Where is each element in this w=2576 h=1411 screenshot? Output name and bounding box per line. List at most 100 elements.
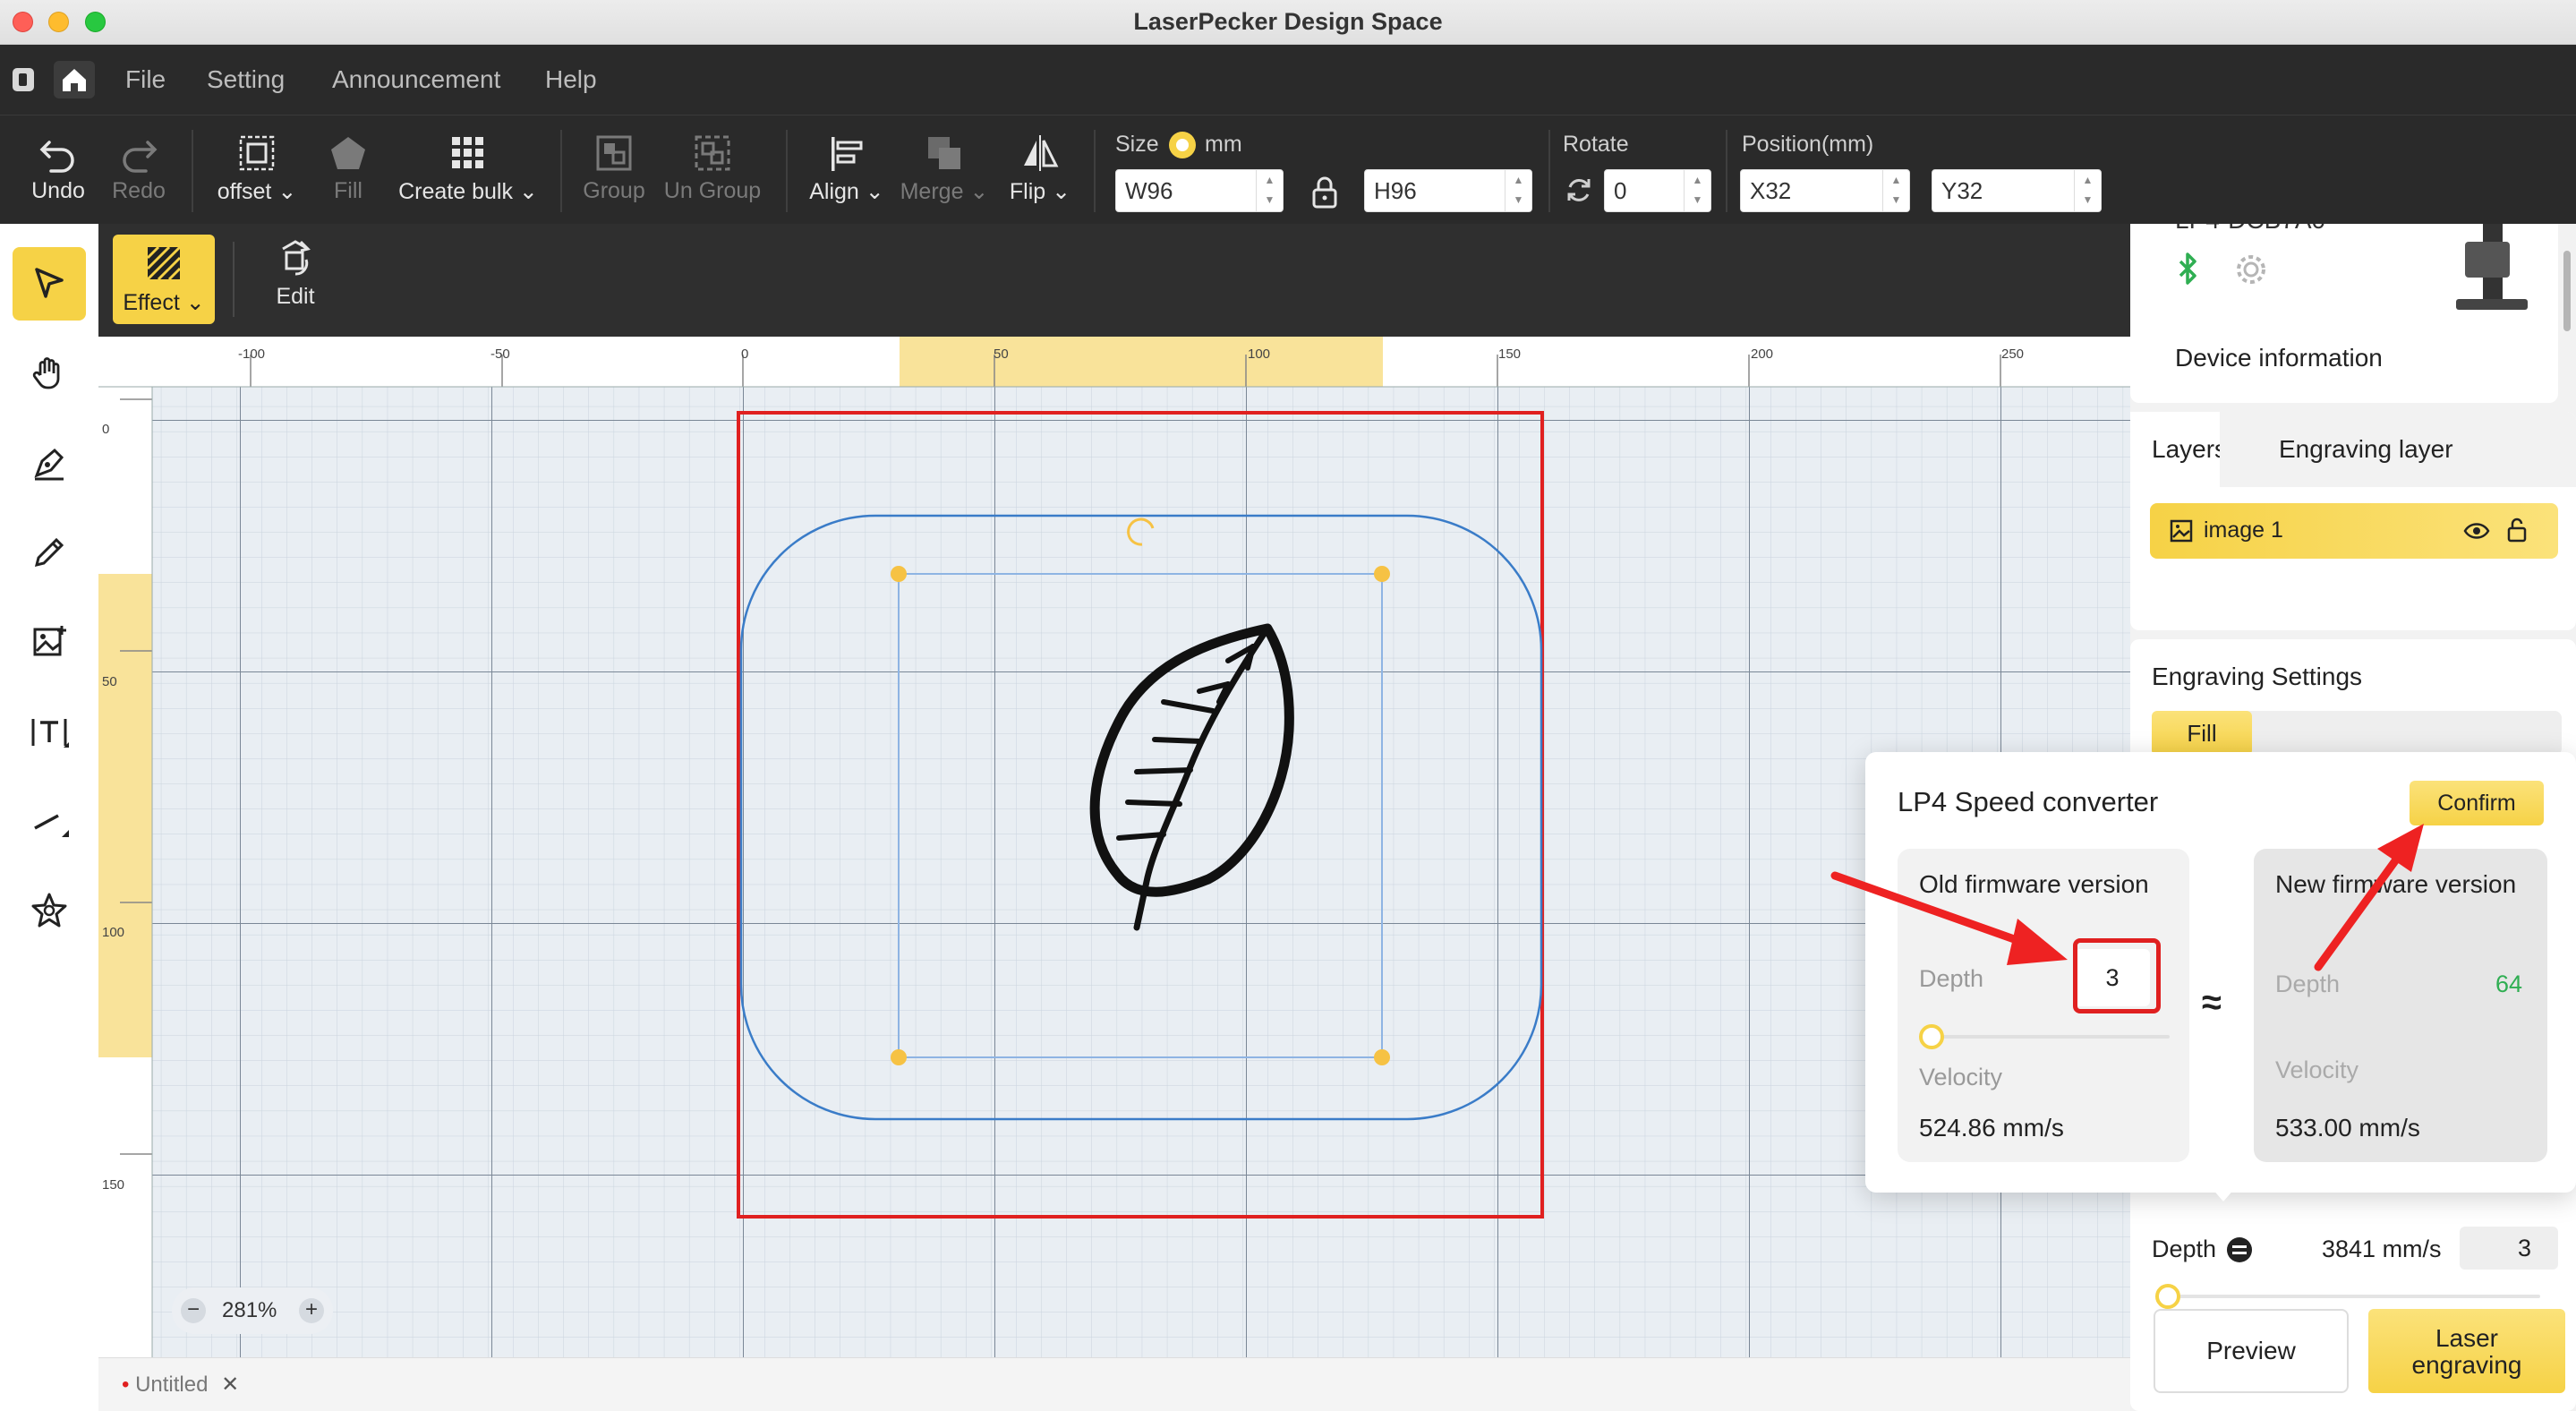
shape-tool[interactable] [13,874,86,947]
fill-label: Fill [334,178,363,203]
rotate-icon [1563,175,1595,211]
height-input[interactable]: H96 ▲ ▼ [1364,169,1532,212]
title-bar: LaserPecker Design Space [0,0,2576,45]
rotate-stepper[interactable]: ▲ ▼ [1684,170,1710,211]
settings-gear-icon [2237,255,2265,284]
file-tab-label: Untitled [135,1373,209,1397]
zoom-plus-glyph: + [304,1297,318,1321]
unit-toggle[interactable] [1169,132,1196,158]
y-stepper[interactable]: ▲ ▼ [2074,170,2101,211]
layer-name: image 1 [2204,517,2283,543]
device-information-link[interactable]: Device information [2175,344,2383,372]
position-y-input[interactable]: Y32 ▲ ▼ [1932,169,2102,212]
pan-tool[interactable] [13,337,86,410]
depth-input[interactable]: 3 [2460,1227,2558,1270]
menu-bar: File Setting Announcement Help [0,45,2576,115]
fill-button[interactable]: Fill [319,130,378,204]
zoom-out-button[interactable]: − [181,1298,206,1323]
edit-label: Edit [276,284,315,309]
rotate-value: 0 [1614,177,1627,204]
depth-highlight-box [2073,938,2161,1013]
create-bulk-button[interactable]: Create bulk ⌄ [392,130,544,205]
old-depth-slider[interactable] [1919,1035,2170,1039]
line-icon [34,814,69,837]
height-stepper[interactable]: ▲ ▼ [1505,170,1531,211]
depth-slider-thumb[interactable] [2155,1284,2180,1309]
text-tool[interactable] [13,695,86,768]
tab-engraving-layer[interactable]: Engraving layer [2279,435,2453,464]
pencil-tool[interactable] [13,516,86,589]
ruler-h-tick: -100 [238,346,265,362]
popup-title: LP4 Speed converter [1898,786,2159,817]
old-depth-label: Depth [1919,965,1984,992]
redo-button[interactable]: Redo [100,130,177,204]
align-button[interactable]: Align ⌄ [802,130,891,205]
width-stepper[interactable]: ▲ ▼ [1256,170,1283,211]
zoom-control: − 281% + [172,1287,333,1334]
flip-button[interactable]: Flip ⌄ [999,130,1081,205]
depth-slider[interactable] [2166,1295,2540,1298]
menu-announcement[interactable]: Announcement [332,45,500,115]
width-input[interactable]: W96 ▲ ▼ [1115,169,1284,212]
mode-fill-button[interactable]: Fill [2152,711,2252,756]
width-value: 96 [1147,177,1173,204]
old-firmware-heading: Old firmware version [1919,870,2149,898]
home-button[interactable] [54,61,95,98]
line-tool[interactable] [13,784,86,858]
add-image-icon [33,626,66,656]
design-canvas[interactable]: -100 -50 0 50 100 150 200 250 0 50 100 1… [98,337,2130,1357]
close-tab-icon[interactable]: ✕ [221,1373,239,1397]
group-button[interactable]: Group [578,130,650,204]
x-stepper[interactable]: ▲ ▼ [1882,170,1909,211]
effect-button[interactable]: Effect ⌄ [113,235,215,324]
menu-file[interactable]: File [125,45,166,115]
position-x-input[interactable]: X32 ▲ ▼ [1740,169,1910,212]
menu-help[interactable]: Help [545,45,597,115]
visibility-eye-icon [2463,523,2490,539]
toolbar-divider [1726,130,1727,212]
unit-label: mm [1205,132,1242,157]
preview-button[interactable]: Preview [2154,1309,2349,1393]
speed-converter-icon[interactable] [2227,1237,2252,1262]
image-tool[interactable] [13,605,86,679]
lock-icon [1312,176,1337,209]
pen-tool[interactable] [13,426,86,500]
file-tab-untitled[interactable]: • Untitled ✕ [122,1367,239,1403]
resize-handle [891,1049,907,1065]
engraving-settings-title: Engraving Settings [2152,663,2363,690]
home-icon [63,69,86,91]
approx-symbol: ≈ [2202,983,2222,1022]
merge-icon [928,137,960,169]
hatch-pattern-icon [146,245,182,281]
menu-setting[interactable]: Setting [207,45,285,115]
layer-item-image-1[interactable]: image 1 [2150,503,2558,559]
offset-button[interactable]: offset ⌄ [208,130,306,205]
toolbar-divider [1548,130,1550,212]
x-value: 32 [1765,177,1792,204]
merge-button[interactable]: Merge ⌄ [895,130,994,205]
zoom-minus-glyph: − [186,1297,200,1321]
speed-readout: 3841 mm/s [2322,1236,2442,1262]
rotate-input[interactable]: 0 ▲ ▼ [1604,169,1711,212]
lock-aspect-button[interactable] [1309,175,1341,215]
subtoolbar-divider [233,242,235,317]
old-depth-slider-thumb[interactable] [1919,1024,1944,1049]
depth-input-value: 3 [2517,1235,2531,1261]
grid-icon [452,137,483,168]
edit-button[interactable]: Edit [251,236,340,310]
speed-converter-popup: LP4 Speed converter Confirm Old firmware… [1865,752,2576,1201]
undo-button[interactable]: Undo [20,130,97,204]
effect-label: Effect [123,290,180,315]
ruler-h-tick: 100 [1248,346,1270,362]
tab-layers[interactable]: Layers [2152,435,2227,464]
laser-engraving-button[interactable]: Laser engraving [2368,1309,2565,1393]
toolbar-divider [1094,130,1096,212]
ruler-h-tick: 250 [2001,346,2024,362]
select-tool[interactable] [13,247,86,321]
ungroup-button[interactable]: Un Group [659,130,766,204]
zoom-in-button[interactable]: + [299,1298,324,1323]
redo-icon [123,141,158,173]
panel-scrollbar[interactable] [2563,251,2571,331]
confirm-button[interactable]: Confirm [2410,781,2544,825]
new-velocity-value: 533.00 mm/s [2275,1114,2420,1142]
